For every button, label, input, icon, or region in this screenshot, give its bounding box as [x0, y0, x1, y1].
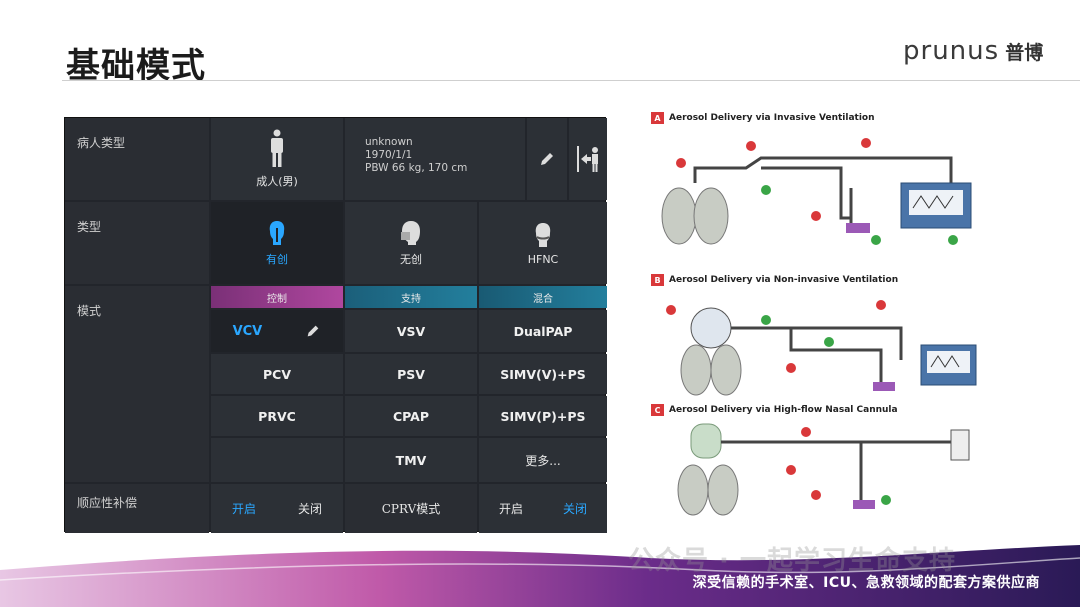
mode-tmv-button[interactable]: TMV — [345, 438, 477, 482]
patient-name: unknown — [365, 136, 413, 148]
hfnc-head-icon — [535, 222, 551, 247]
patient-pbw: PBW 66 kg, 170 cm — [365, 162, 468, 174]
hfnc-illustration — [677, 423, 970, 516]
logo-latin: prunus — [903, 36, 1000, 66]
section-a-title: A Aerosol Delivery via Invasive Ventilat… — [651, 112, 875, 124]
patient-adult-button[interactable]: 成人(男) — [211, 118, 343, 200]
cprv-on-button[interactable]: 开启 — [479, 484, 543, 533]
compliance-on-button[interactable]: 开启 — [211, 484, 277, 533]
mode-more-button[interactable]: 更多... — [479, 438, 607, 482]
exit-patient-icon — [577, 146, 598, 172]
adult-male-icon — [271, 129, 283, 167]
patient-info: unknown 1970/1/1 PBW 66 kg, 170 cm — [345, 118, 525, 200]
row-label-type: 类型 — [65, 202, 209, 284]
cprv-mode-label: CPRV模式 — [345, 484, 477, 533]
pencil-icon[interactable] — [305, 323, 321, 339]
mode-psv-button[interactable]: PSV — [345, 354, 477, 394]
type-noninvasive-button[interactable]: 无创 — [345, 202, 477, 284]
logo-cn: 普博 — [1005, 41, 1044, 64]
patient-type-label: 成人(男) — [256, 175, 298, 188]
mode-header-mixed: 混合 — [479, 286, 607, 308]
mode-simv-v-ps-button[interactable]: SIMV(V)+PS — [479, 354, 607, 394]
type-invasive-button[interactable]: 有创 — [211, 202, 343, 284]
row-label-mode: 模式 — [65, 286, 209, 482]
type-noninvasive-label: 无创 — [400, 253, 422, 266]
mode-vsv-button[interactable]: VSV — [345, 310, 477, 352]
compliance-off-button[interactable]: 关闭 — [277, 484, 343, 533]
ventilator-panel: 病人类型 成人(男) unknown 1970/1/1 PBW 66 kg, 1… — [64, 117, 607, 533]
mode-prvc-button[interactable]: PRVC — [211, 396, 343, 436]
row-label-patient-type: 病人类型 — [65, 118, 209, 200]
patient-dob: 1970/1/1 — [365, 149, 413, 161]
pencil-icon — [541, 153, 553, 165]
edit-patient-button[interactable] — [527, 118, 567, 200]
noninvasive-mask-icon — [401, 221, 420, 245]
section-a-badge: A — [651, 112, 664, 124]
aerosol-diagram: A Aerosol Delivery via Invasive Ventilat… — [651, 108, 981, 520]
mode-simv-p-ps-button[interactable]: SIMV(P)+PS — [479, 396, 607, 436]
mode-header-control: 控制 — [211, 286, 343, 308]
section-c-badge: C — [651, 404, 664, 416]
invasive-ventilation-illustration — [661, 138, 972, 245]
cprv-off-button[interactable]: 关闭 — [543, 484, 607, 533]
type-hfnc-label: HFNC — [527, 252, 559, 266]
footer-tagline: 深受信赖的手术室、ICU、急救领域的配套方案供应商 — [692, 575, 1040, 591]
noninvasive-ventilation-illustration — [666, 300, 977, 396]
row-label-compliance: 顺应性补偿 — [65, 484, 209, 533]
mode-empty-cell — [211, 438, 343, 482]
brand-logo: prunus 普博 — [903, 36, 1043, 66]
section-b-title: B Aerosol Delivery via Non-invasive Vent… — [651, 274, 898, 286]
mode-header-support: 支持 — [345, 286, 477, 308]
mode-dualpap-button[interactable]: DualPAP — [479, 310, 607, 352]
invasive-head-icon — [269, 221, 285, 245]
type-hfnc-button[interactable]: HFNC — [479, 202, 607, 284]
mode-pcv-button[interactable]: PCV — [211, 354, 343, 394]
slide: 基础模式 prunus 普博 病人类型 成人(男) unknown 1970/1… — [0, 0, 1080, 607]
discharge-patient-button[interactable] — [569, 118, 607, 200]
type-invasive-label: 有创 — [266, 253, 288, 266]
section-b-badge: B — [651, 274, 664, 286]
section-c-title: C Aerosol Delivery via High-flow Nasal C… — [651, 404, 898, 416]
mode-vcv-button[interactable]: VCV — [211, 310, 343, 352]
mode-cpap-button[interactable]: CPAP — [345, 396, 477, 436]
title-divider — [62, 80, 1080, 81]
mode-vcv-label: VCV — [232, 323, 263, 339]
